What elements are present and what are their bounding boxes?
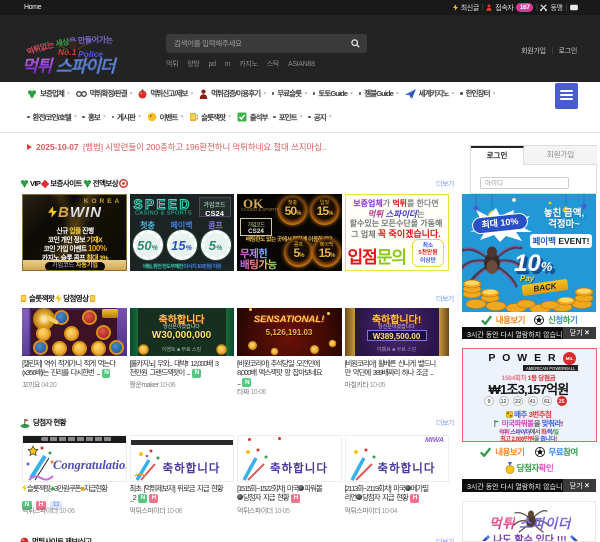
svg-text:먹튀: 먹튀: [22, 57, 55, 76]
svg-text:No.1: No.1: [58, 47, 77, 57]
svg-text:스파이더: 스파이더: [56, 57, 118, 76]
